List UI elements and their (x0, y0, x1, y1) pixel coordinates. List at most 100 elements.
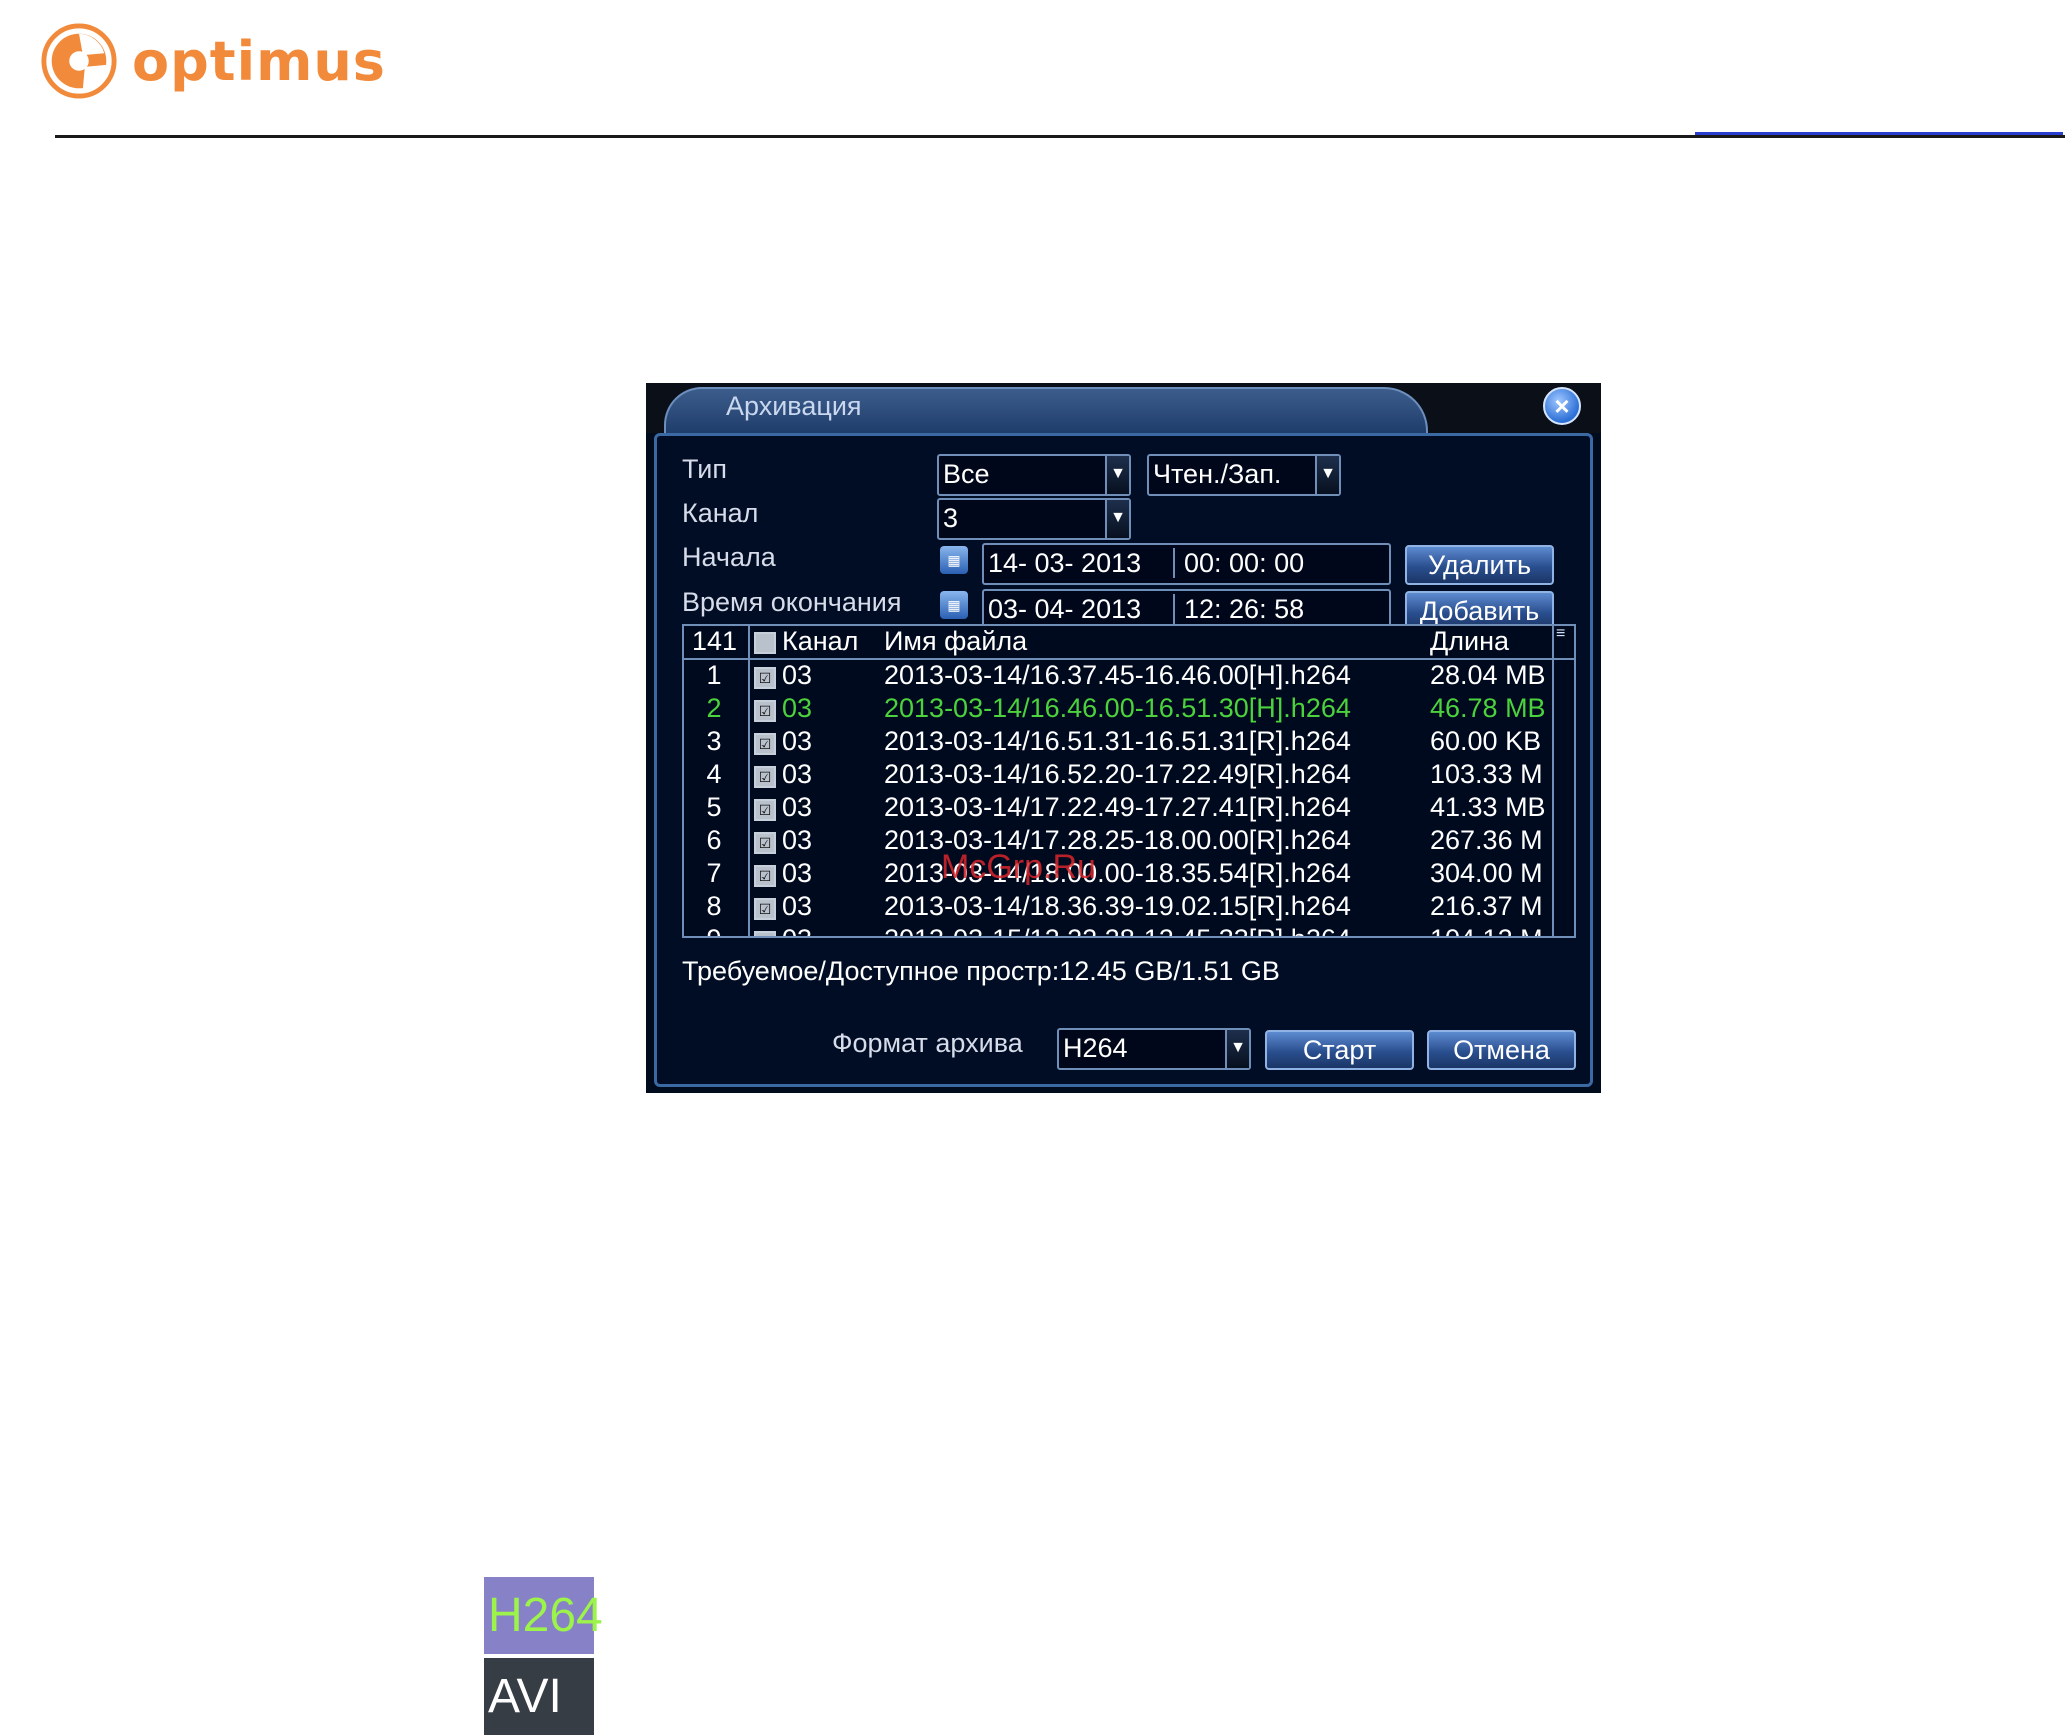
row-checkbox[interactable]: ☑ (754, 799, 776, 821)
start-datetime-field[interactable]: 14- 03- 2013 00: 00: 00 (982, 543, 1391, 585)
menu-icon[interactable]: ≡ (1556, 626, 1572, 644)
header-filename: Имя файла (884, 626, 1028, 656)
start-time: 00: 00: 00 (1184, 548, 1305, 578)
end-time: 12: 26: 58 (1184, 594, 1305, 624)
row-checkbox[interactable]: ☑ (754, 832, 776, 854)
rw-select[interactable]: Чтен./Зап. ▼ (1147, 454, 1341, 496)
row-number: 4 (706, 759, 722, 789)
row-filename: 2013-03-14/17.22.49-17.27.41[R].h264 (884, 792, 1351, 822)
logo-text: optimus (132, 29, 386, 93)
row-channel: 03 (782, 858, 813, 888)
row-checkbox[interactable]: ☑ (754, 733, 776, 755)
row-checkbox[interactable]: ☑ (754, 865, 776, 887)
row-length: 304.00 M (1430, 858, 1543, 888)
row-checkbox[interactable]: ☑ (754, 898, 776, 920)
table-row[interactable]: 7 ☑ 03 2013-03-14/18.00.00-18.35.54[R].h264… (684, 858, 1552, 891)
format-options-list[interactable]: H264 AVI (484, 1577, 603, 1735)
optimus-logo: optimus (40, 22, 386, 100)
end-date: 03- 04- 2013 (988, 594, 1175, 624)
chevron-down-icon[interactable]: ▼ (1105, 500, 1129, 538)
calendar-icon[interactable]: ▦ (940, 546, 968, 574)
rw-select-value: Чтен./Зап. (1153, 459, 1282, 489)
calendar-icon[interactable]: ▦ (940, 591, 968, 619)
row-channel: 03 (782, 660, 813, 690)
chevron-down-icon[interactable]: ▼ (1105, 456, 1129, 494)
channel-label: Канал (682, 498, 759, 528)
row-channel: 03 (782, 792, 813, 822)
row-checkbox[interactable]: ☑ (754, 766, 776, 788)
row-length: 103.33 M (1430, 759, 1543, 789)
row-number: 3 (706, 726, 722, 756)
start-label: Начала (682, 542, 776, 572)
dialog-title: Архивация (726, 391, 862, 421)
channel-select-value: 3 (943, 503, 959, 533)
format-option-avi[interactable]: AVI (484, 1658, 594, 1735)
table-row[interactable]: 2 ☑ 03 2013-03-14/16.46.00-16.51.30[H].h264… (684, 693, 1552, 726)
table-row[interactable]: 3 ☑ 03 2013-03-14/16.51.31-16.51.31[R].h264… (684, 726, 1552, 759)
type-label: Тип (682, 454, 728, 484)
row-number: 5 (706, 792, 722, 822)
type-select[interactable]: Все ▼ (937, 454, 1131, 496)
row-length: 267.36 M (1430, 825, 1543, 855)
row-checkbox[interactable]: ☑ (754, 667, 776, 689)
table-row[interactable]: 8 ☑ 03 2013-03-14/18.36.39-19.02.15[R].h264… (684, 891, 1552, 924)
dialog-titlebar: Архивация × (646, 383, 1601, 437)
channel-select[interactable]: 3 ▼ (937, 498, 1131, 540)
row-filename: 2013-03-14/16.46.00-16.51.30[H].h264 (884, 693, 1351, 723)
row-channel: 03 (782, 693, 813, 723)
row-channel: 03 (782, 891, 813, 921)
row-filename: 2013-03-15/12.22.28-12.45.33[R].h264 (884, 924, 1351, 936)
format-label: Формат архива (832, 1028, 1023, 1058)
list-scrollbar[interactable]: ≡ (1552, 626, 1574, 936)
watermark: McGrp.Ru (941, 848, 1096, 886)
row-length: 216.37 M (1430, 891, 1543, 921)
row-length: 60.00 KB (1430, 726, 1542, 756)
row-filename: 2013-03-14/16.37.45-16.46.00[H].h264 (884, 660, 1351, 690)
row-filename: 2013-03-14/16.51.31-16.51.31[R].h264 (884, 726, 1351, 756)
start-date: 14- 03- 2013 (988, 548, 1175, 578)
cancel-button[interactable]: Отмена (1427, 1030, 1576, 1070)
end-label: Время окончания (682, 587, 902, 617)
format-select[interactable]: H264 ▼ (1057, 1028, 1251, 1070)
archive-dialog: Архивация × Тип Все ▼ Чтен./Зап. ▼ Канал… (646, 383, 1601, 1093)
format-select-value: H264 (1063, 1033, 1128, 1063)
row-number: 9 (684, 924, 744, 936)
chevron-down-icon[interactable]: ▼ (1225, 1030, 1249, 1068)
chevron-down-icon[interactable]: ▼ (1315, 456, 1339, 494)
row-length: 28.04 MB (1430, 660, 1546, 690)
type-select-value: Все (943, 459, 990, 489)
row-channel: 03 (782, 924, 812, 936)
row-filename: 2013-03-14/16.52.20-17.22.49[R].h264 (884, 759, 1351, 789)
dialog-body: Тип Все ▼ Чтен./Зап. ▼ Канал 3 ▼ Начала … (654, 433, 1593, 1087)
close-icon[interactable]: × (1543, 387, 1581, 425)
table-row[interactable]: 4 ☑ 03 2013-03-14/16.52.20-17.22.49[R].h264… (684, 759, 1552, 792)
row-filename: 2013-03-14/18.36.39-19.02.15[R].h264 (884, 891, 1351, 921)
row-checkbox[interactable]: ☑ (754, 931, 776, 936)
row-length: 104.12 M (1430, 924, 1552, 936)
select-all-checkbox[interactable] (754, 632, 776, 654)
delete-button[interactable]: Удалить (1405, 545, 1554, 585)
table-row[interactable]: 9 ☑ 03 2013-03-15/12.22.28-12.45.33[R].h264… (684, 924, 1552, 936)
row-number: 8 (706, 891, 722, 921)
row-number: 7 (706, 858, 722, 888)
file-list-header: 141 Канал Имя файла Длина (684, 626, 1574, 660)
header-length: Длина (1430, 626, 1510, 656)
header-link-underline[interactable] (1695, 132, 2063, 135)
space-info: Требуемое/Доступное простр:12.45 GB/1.51… (682, 956, 1280, 986)
row-length: 41.33 MB (1430, 792, 1546, 822)
row-number: 6 (706, 825, 722, 855)
row-channel: 03 (782, 726, 813, 756)
table-row[interactable]: 5 ☑ 03 2013-03-14/17.22.49-17.27.41[R].h264… (684, 792, 1552, 825)
start-button[interactable]: Старт (1265, 1030, 1414, 1070)
row-channel: 03 (782, 759, 813, 789)
header-channel: Канал (782, 626, 859, 656)
table-row[interactable]: 1 ☑ 03 2013-03-14/16.37.45-16.46.00[H].h264… (684, 660, 1552, 693)
file-list[interactable]: 141 Канал Имя файла Длина ≡ 1 ☑ 03 2013-03-… (682, 624, 1576, 938)
row-number: 1 (706, 660, 722, 690)
row-length: 46.78 MB (1430, 693, 1546, 723)
row-channel: 03 (782, 825, 813, 855)
table-row[interactable]: 6 ☑ 03 2013-03-14/17.28.25-18.00.00[R].h264… (684, 825, 1552, 858)
row-number: 2 (706, 693, 722, 723)
format-option-h264[interactable]: H264 (484, 1577, 603, 1654)
row-checkbox[interactable]: ☑ (754, 700, 776, 722)
